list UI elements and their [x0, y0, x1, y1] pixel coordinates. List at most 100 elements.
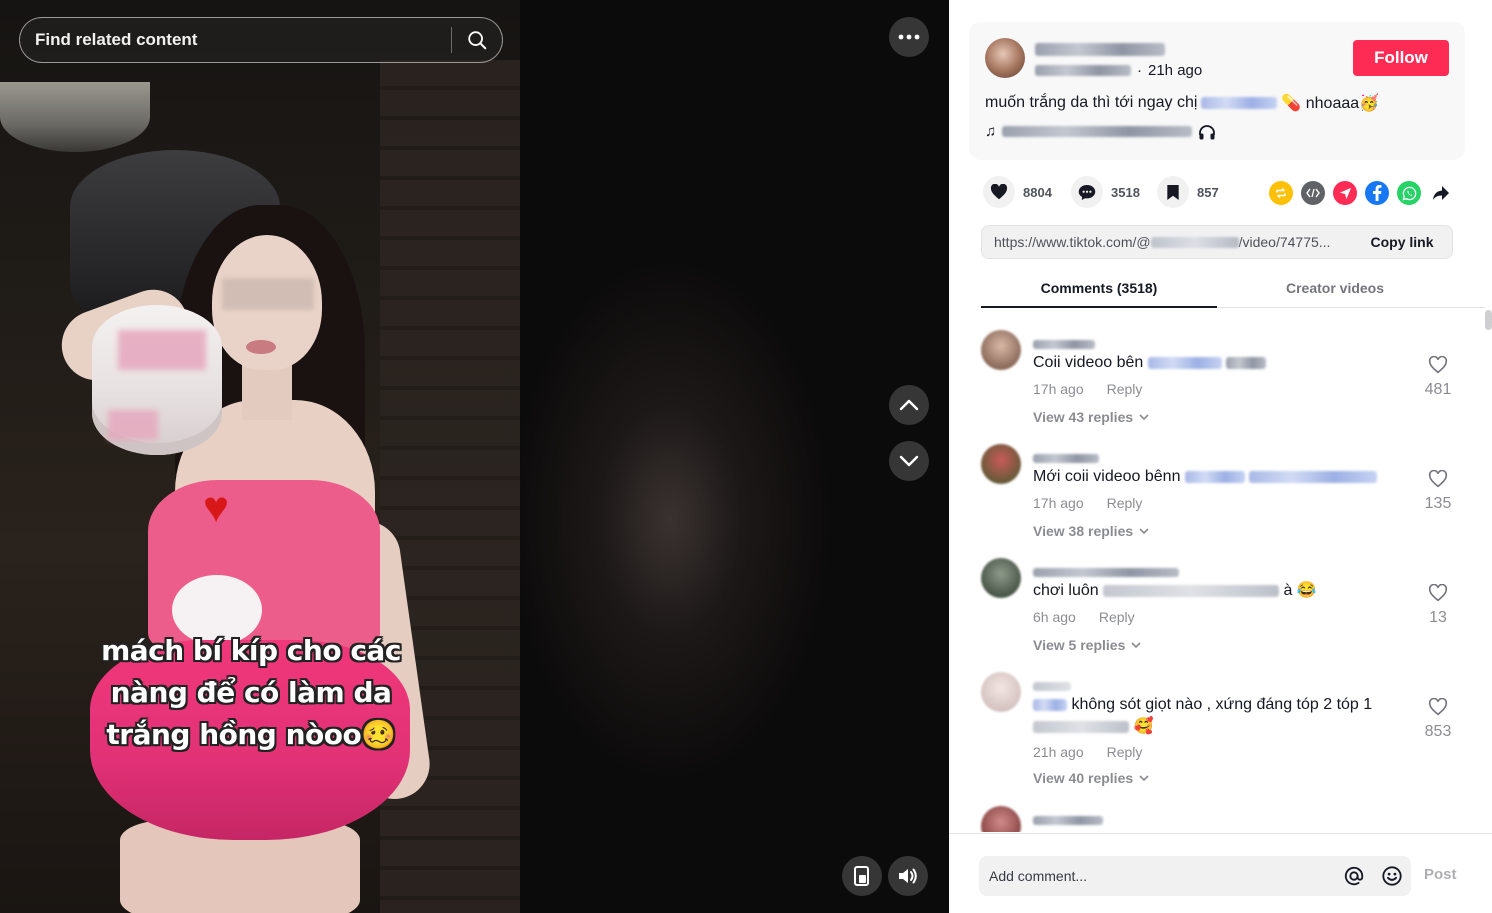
- video-backdrop-blur: [520, 0, 949, 913]
- volume-button[interactable]: [888, 856, 928, 896]
- comment-like[interactable]: 13: [1418, 583, 1458, 627]
- video-url[interactable]: https://www.tiktok.com/@ /video/74775...: [982, 234, 1352, 250]
- chevron-down-icon: [1139, 414, 1149, 420]
- author-meta: · 21h ago: [1035, 62, 1202, 79]
- view-replies-link[interactable]: View 38 replies: [1033, 523, 1149, 539]
- heart-sticker-icon: ♥: [203, 483, 230, 532]
- follow-button[interactable]: Follow: [1353, 40, 1449, 76]
- comment-input[interactable]: [979, 868, 1335, 884]
- bookmark-button[interactable]: 857: [1157, 176, 1219, 208]
- view-replies-link[interactable]: View 40 replies: [1033, 770, 1149, 786]
- more-icon: [898, 34, 920, 40]
- like-button[interactable]: 8804: [983, 176, 1052, 208]
- comment-list[interactable]: Coii videoo bên 17h ago Reply View 43 re…: [949, 310, 1485, 832]
- comment-meta: 21h ago Reply: [1033, 744, 1142, 760]
- embed-icon: [1306, 188, 1320, 198]
- next-video-button[interactable]: [889, 441, 929, 481]
- video-person-lips: [246, 340, 276, 354]
- video-link-box: https://www.tiktok.com/@ /video/74775...…: [981, 225, 1453, 259]
- search-bar: [19, 17, 503, 63]
- reply-link[interactable]: Reply: [1107, 381, 1143, 397]
- comment-mention[interactable]: [1033, 698, 1067, 711]
- post-comment-button[interactable]: Post: [1424, 866, 1457, 883]
- facebook-share-button[interactable]: [1365, 181, 1389, 205]
- content-tabs: Comments (3518) Creator videos: [981, 272, 1485, 308]
- comment-meta: 6h ago Reply: [1033, 609, 1135, 625]
- comment-text-start: chơi luôn: [1033, 582, 1099, 599]
- chevron-up-icon: [899, 399, 919, 411]
- author-nickname: [1035, 65, 1131, 76]
- more-options-button[interactable]: [889, 17, 929, 57]
- more-share-button[interactable]: [1429, 181, 1453, 205]
- copy-link-button[interactable]: Copy link: [1352, 234, 1452, 250]
- comment-scrollbar[interactable]: [1485, 310, 1492, 330]
- previous-video-button[interactable]: [889, 385, 929, 425]
- comment-like[interactable]: 853: [1418, 697, 1458, 741]
- author-username[interactable]: [1035, 41, 1165, 59]
- video-caption-line: mách bí kíp cho các: [101, 634, 401, 667]
- comment-blurred: [1033, 720, 1129, 733]
- send-button[interactable]: [1333, 181, 1357, 205]
- headphones-icon: [1199, 124, 1216, 139]
- video-stage[interactable]: ♥ mách bí kíp cho các nàng để có làm da …: [0, 0, 949, 913]
- repost-button[interactable]: [1269, 181, 1293, 205]
- video-url-end: /video/74775...: [1238, 234, 1331, 250]
- video-player[interactable]: ♥ mách bí kíp cho các nàng để có làm da …: [0, 0, 520, 913]
- commenter-avatar[interactable]: [981, 672, 1021, 712]
- tab-creator-videos[interactable]: Creator videos: [1217, 272, 1453, 308]
- search-icon: [468, 31, 487, 50]
- comment-text: Coii videoo bên: [1033, 352, 1393, 374]
- mention-link[interactable]: [1201, 97, 1278, 109]
- whatsapp-icon: [1401, 186, 1416, 201]
- video-url-start: https://www.tiktok.com/@: [994, 234, 1151, 250]
- tab-comments[interactable]: Comments (3518): [981, 272, 1217, 308]
- comment-blurred: [1103, 584, 1280, 597]
- comment-like[interactable]: 135: [1418, 469, 1458, 513]
- share-arrow-icon: [1433, 186, 1449, 200]
- commenter-avatar[interactable]: [981, 444, 1021, 484]
- comment-icon: [1078, 184, 1096, 200]
- reply-link[interactable]: Reply: [1107, 495, 1143, 511]
- emoji-icon: [1382, 866, 1402, 886]
- comment-input-box: [979, 856, 1411, 896]
- post-info-card: · 21h ago Follow muốn trắng da thì tới n…: [969, 22, 1465, 160]
- comment-button[interactable]: 3518: [1071, 176, 1140, 208]
- whatsapp-share-button[interactable]: [1397, 181, 1421, 205]
- comment-like[interactable]: 481: [1418, 355, 1458, 399]
- music-title[interactable]: [1002, 126, 1193, 137]
- video-product-label-blur: [108, 410, 158, 440]
- comment-composer: Post: [949, 833, 1492, 913]
- bookmark-circle: [1157, 176, 1189, 208]
- emoji-button[interactable]: [1373, 857, 1411, 895]
- comment-text-start: Coii videoo bên: [1033, 354, 1144, 371]
- search-input[interactable]: [20, 30, 451, 50]
- reply-link[interactable]: Reply: [1107, 744, 1143, 760]
- details-panel: · 21h ago Follow muốn trắng da thì tới n…: [949, 0, 1492, 913]
- comment-count: 3518: [1111, 184, 1140, 200]
- comment-text-start: không sót giọt nào , xứng đáng tóp 2 tóp…: [1071, 696, 1373, 713]
- heart-outline-icon: [1428, 469, 1448, 488]
- comment-mention[interactable]: [1249, 470, 1378, 483]
- embed-button[interactable]: [1301, 181, 1325, 205]
- music-info[interactable]: ♫: [985, 123, 1216, 140]
- mention-icon: [1344, 866, 1364, 886]
- author-avatar[interactable]: [985, 38, 1025, 78]
- send-icon: [1339, 187, 1351, 199]
- commenter-avatar[interactable]: [981, 806, 1021, 832]
- comment-mention[interactable]: [1147, 356, 1222, 369]
- video-product-label-blur: [118, 330, 206, 370]
- commenter-avatar[interactable]: [981, 558, 1021, 598]
- reply-link[interactable]: Reply: [1099, 609, 1135, 625]
- comment-text-end: à 😂: [1283, 582, 1317, 599]
- commenter-avatar[interactable]: [981, 330, 1021, 370]
- view-replies-link[interactable]: View 5 replies: [1033, 637, 1141, 653]
- comment-text-end: 🥰: [1133, 718, 1154, 735]
- pip-icon: [854, 866, 869, 886]
- comment-time: 17h ago: [1033, 381, 1084, 397]
- view-replies-link[interactable]: View 43 replies: [1033, 409, 1149, 425]
- comment-mention[interactable]: [1184, 470, 1245, 483]
- picture-in-picture-button[interactable]: [842, 856, 882, 896]
- search-button[interactable]: [452, 18, 502, 62]
- mention-button[interactable]: [1335, 857, 1373, 895]
- chevron-down-icon: [1139, 528, 1149, 534]
